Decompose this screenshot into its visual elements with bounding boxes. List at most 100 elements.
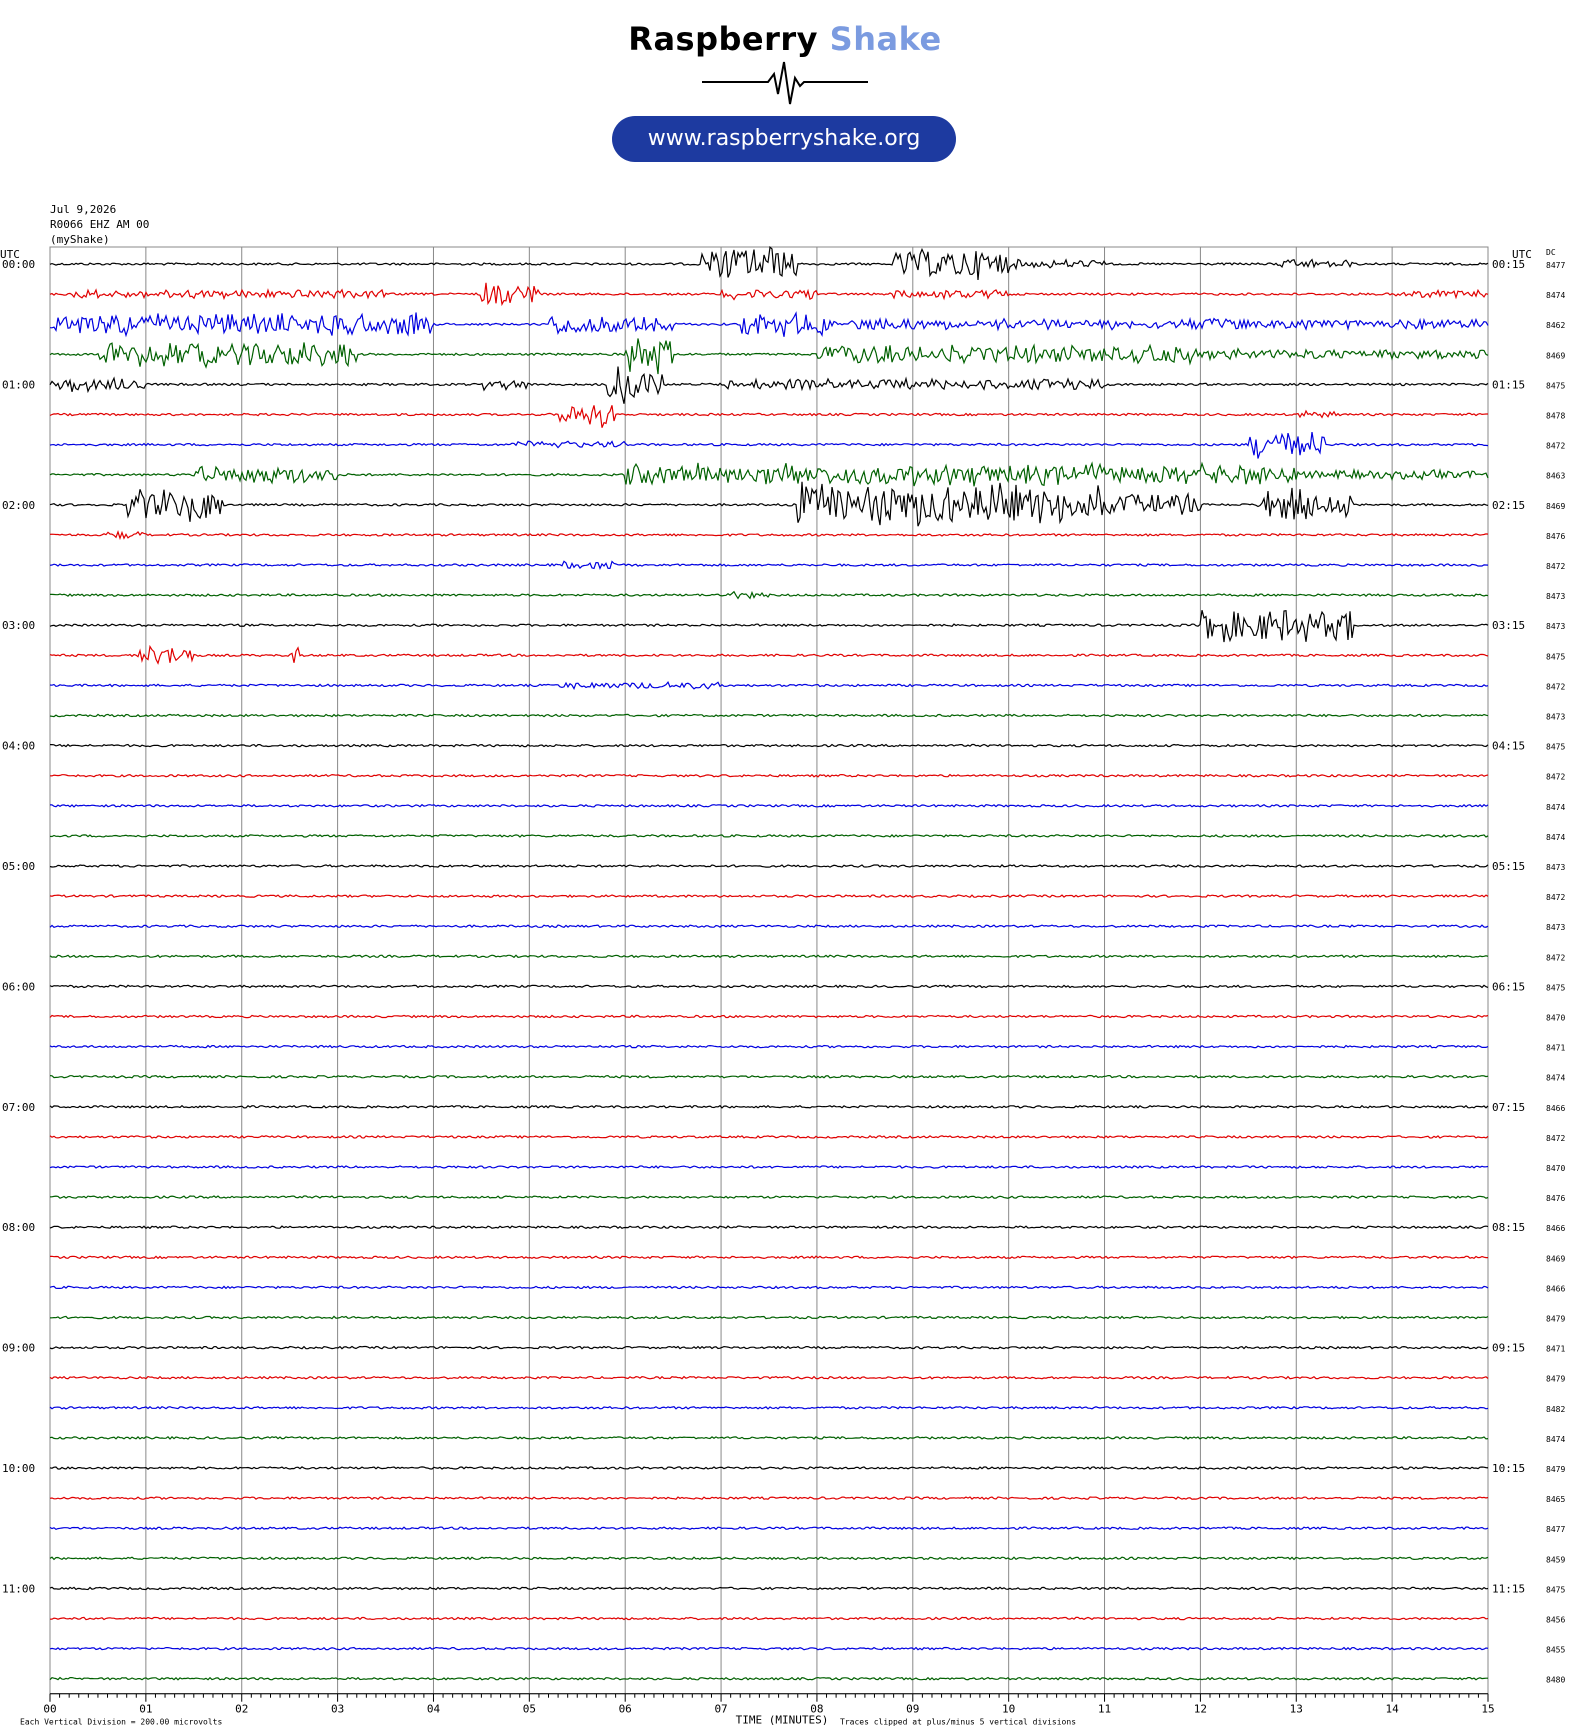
trace-line [49,1195,1489,1199]
trace-line [49,1165,1489,1169]
trace-line [49,282,1489,307]
trace-time-left: 08:00 [2,1221,35,1234]
trace-time-right: 00:15 [1492,258,1525,271]
trace-dc-value: 8478 [1546,412,1565,421]
trace-time-left: 02:00 [2,499,35,512]
x-tick-label: 00 [43,1703,56,1716]
x-tick-label: 10 [1002,1703,1015,1716]
trace-dc-value: 8472 [1546,773,1565,782]
seismograph-logo-icon [702,61,868,105]
trace-dc-value: 8473 [1546,713,1565,722]
trace-line [50,590,1489,600]
trace-line [49,834,1489,838]
trace-line [50,743,1489,748]
vertical-division-note: Each Vertical Division = 200.00 microvol… [20,1718,222,1727]
trace-line [49,773,1489,778]
trace-line [49,1014,1489,1019]
trace-dc-value: 8477 [1546,1525,1565,1534]
trace-line [49,1375,1489,1380]
trace-dc-value: 8456 [1546,1616,1565,1625]
clipping-note: Traces clipped at plus/minus 5 vertical … [840,1718,1076,1727]
trace-time-left: 06:00 [2,980,35,993]
trace-line [49,1466,1489,1470]
x-tick-label: 12 [1194,1703,1207,1716]
trace-dc-value: 8474 [1546,803,1565,812]
x-tick-label: 14 [1386,1703,1400,1716]
trace-line [49,1646,1489,1651]
trace-line [49,1586,1489,1591]
x-tick-label: 02 [235,1703,248,1716]
trace-line [49,530,1489,541]
x-tick-label: 01 [139,1703,152,1716]
trace-dc-value: 8469 [1546,502,1565,511]
brand-title: Raspberry Shake [0,20,1570,58]
trace-line [49,681,1489,690]
trace-dc-value: 8479 [1546,1465,1565,1474]
trace-dc-value: 8474 [1546,1435,1565,1444]
trace-line [49,481,1489,527]
trace-time-right: 01:15 [1492,378,1525,391]
trace-dc-value: 8472 [1546,893,1565,902]
trace-dc-value: 8462 [1546,321,1565,330]
trace-line [49,1345,1489,1350]
x-tick-label: 03 [331,1703,344,1716]
trace-line [49,644,1489,665]
dc-label: DC [1546,248,1556,257]
trace-dc-value: 8475 [1546,1585,1565,1594]
trace-dc-value: 8475 [1546,652,1565,661]
trace-line [49,1104,1489,1109]
trace-line [49,432,1489,459]
trace-time-right: 06:15 [1492,980,1525,993]
trace-line [50,803,1489,808]
trace-dc-value: 8482 [1546,1405,1565,1414]
trace-time-left: 04:00 [2,740,35,753]
trace-line [49,954,1489,959]
trace-dc-value: 8476 [1546,532,1565,541]
trace-time-left: 11:00 [2,1582,35,1595]
trace-dc-value: 8476 [1546,1194,1565,1203]
trace-dc-value: 8463 [1546,472,1565,481]
trace-line [49,1255,1488,1260]
trace-dc-value: 8466 [1546,1284,1565,1293]
x-tick-label: 04 [427,1703,441,1716]
brand-name-accent: Shake [829,20,942,58]
x-axis-title: TIME (MINUTES) [736,1714,829,1727]
trace-line [49,1556,1489,1561]
trace-dc-value: 8474 [1546,291,1565,300]
trace-line [49,864,1489,868]
x-tick-label: 09 [906,1703,919,1716]
trace-dc-value: 8471 [1546,1044,1565,1053]
trace-dc-value: 8475 [1546,381,1565,390]
trace-line [49,461,1489,487]
trace-line [49,1676,1488,1681]
trace-dc-value: 8470 [1546,1014,1565,1023]
trace-time-right: 10:15 [1492,1462,1525,1475]
trace-dc-value: 8479 [1546,1375,1565,1384]
trace-time-right: 04:15 [1492,740,1525,753]
trace-dc-value: 8474 [1546,1074,1565,1083]
trace-time-left: 03:00 [2,619,35,632]
trace-time-right: 09:15 [1492,1342,1525,1355]
trace-line [49,1285,1489,1290]
trace-time-right: 05:15 [1492,860,1525,873]
trace-dc-value: 8474 [1546,833,1565,842]
brand-name-main: Raspberry [628,20,819,58]
x-tick-label: 15 [1481,1703,1494,1716]
x-tick-label: 13 [1290,1703,1303,1716]
trace-dc-value: 8473 [1546,622,1565,631]
trace-line [49,1496,1489,1501]
trace-line [49,713,1489,718]
record-date: Jul 9,2026 [50,203,117,216]
trace-dc-value: 8472 [1546,442,1565,451]
trace-dc-value: 8469 [1546,351,1565,360]
trace-dc-value: 8479 [1546,1315,1565,1324]
trace-line [49,924,1489,929]
website-url-link[interactable]: www.raspberryshake.org [612,116,956,162]
trace-dc-value: 8470 [1546,1164,1565,1173]
trace-dc-value: 8472 [1546,1134,1565,1143]
trace-dc-value: 8465 [1546,1495,1565,1504]
trace-time-right: 02:15 [1492,499,1525,512]
plot-frame [49,246,1489,1695]
station-code: R0066 EHZ AM 00 [50,218,150,231]
trace-dc-value: 8473 [1546,592,1565,601]
